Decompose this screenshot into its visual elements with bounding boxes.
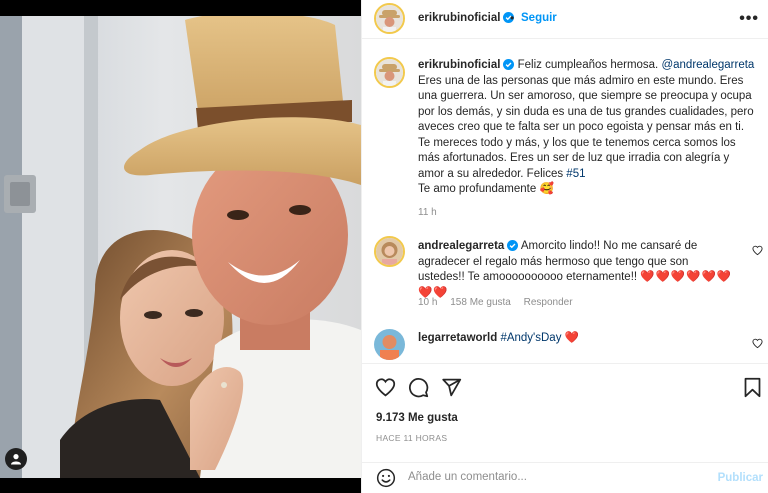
- comment-hashtag-link[interactable]: #Andy'sDay: [500, 332, 561, 344]
- verified-badge-icon: [507, 240, 519, 251]
- user-tag-icon: [11, 454, 21, 465]
- caption-avatar-image: [376, 59, 403, 86]
- caption-author-avatar[interactable]: [374, 57, 405, 88]
- emoji-icon[interactable]: [376, 468, 396, 488]
- post-header: erikrubinoficial • Seguir •••: [362, 0, 768, 39]
- caption-timestamp[interactable]: 11 h: [418, 207, 437, 218]
- comment-username[interactable]: legarretaworld: [418, 332, 497, 344]
- likes-count[interactable]: 9.173 Me gusta: [376, 412, 458, 424]
- post-actions: 9.173 Me gusta HACE 11 HORAS: [362, 363, 768, 463]
- caption-closing: Te amo profundamente: [418, 183, 537, 195]
- comment-text: andrealegarreta Amorcito lindo!! No me c…: [418, 239, 738, 301]
- author-avatar-image: [376, 5, 403, 32]
- like-comment-heart-icon[interactable]: [752, 245, 763, 256]
- comment-likes[interactable]: 158 Me gusta: [450, 297, 511, 308]
- publish-button[interactable]: Publicar: [718, 472, 763, 484]
- follow-button[interactable]: Seguir: [521, 12, 557, 24]
- photo-illustration: [0, 0, 361, 493]
- comment-text: legarretaworld #Andy'sDay ❤️: [418, 331, 580, 347]
- header-separator: •: [510, 11, 515, 25]
- comment-avatar[interactable]: [374, 329, 405, 360]
- comments-section: erikrubinoficial Feliz cumpleaños hermos…: [362, 40, 768, 363]
- user-tag-button[interactable]: [5, 448, 27, 470]
- comment-input[interactable]: [408, 471, 708, 483]
- comment-avatar-image: [376, 238, 403, 265]
- author-username[interactable]: erikrubinoficial: [418, 12, 515, 24]
- instagram-post: erikrubinoficial • Seguir ••• erikrubino…: [0, 0, 768, 493]
- caption-text-intro: Feliz cumpleaños hermosa.: [517, 59, 662, 71]
- heart-icon[interactable]: [375, 377, 396, 398]
- caption-text-body: Eres una de las personas que más admiro …: [418, 74, 754, 180]
- comment-avatar[interactable]: [374, 236, 405, 267]
- comment-timestamp[interactable]: 10 h: [418, 297, 437, 308]
- post-date[interactable]: HACE 11 HORAS: [376, 433, 447, 443]
- comment-username[interactable]: andrealegarreta: [418, 240, 504, 252]
- post-photo[interactable]: [0, 0, 361, 493]
- reply-button[interactable]: Responder: [524, 297, 573, 308]
- comment-hearts: ❤️: [564, 332, 580, 344]
- comment-avatar-image: [374, 329, 405, 360]
- caption-hashtag-link[interactable]: #51: [566, 168, 585, 180]
- more-options-icon[interactable]: •••: [739, 10, 759, 28]
- comment-meta: 10 h 158 Me gusta Responder: [418, 297, 583, 308]
- caption-emoji: 🥰: [539, 183, 554, 195]
- post-side-panel: erikrubinoficial • Seguir ••• erikrubino…: [361, 0, 768, 493]
- bookmark-icon[interactable]: [743, 377, 762, 398]
- share-icon[interactable]: [441, 377, 462, 398]
- like-comment-heart-icon[interactable]: [752, 338, 763, 349]
- caption-username[interactable]: erikrubinoficial: [418, 59, 500, 71]
- comment-icon[interactable]: [408, 377, 429, 398]
- post-caption: erikrubinoficial Feliz cumpleaños hermos…: [418, 58, 756, 198]
- verified-badge-icon: [503, 59, 515, 70]
- add-comment-bar: Publicar: [362, 462, 768, 493]
- caption-mention-link[interactable]: @andrealegarreta: [661, 59, 754, 71]
- author-avatar[interactable]: [374, 3, 405, 34]
